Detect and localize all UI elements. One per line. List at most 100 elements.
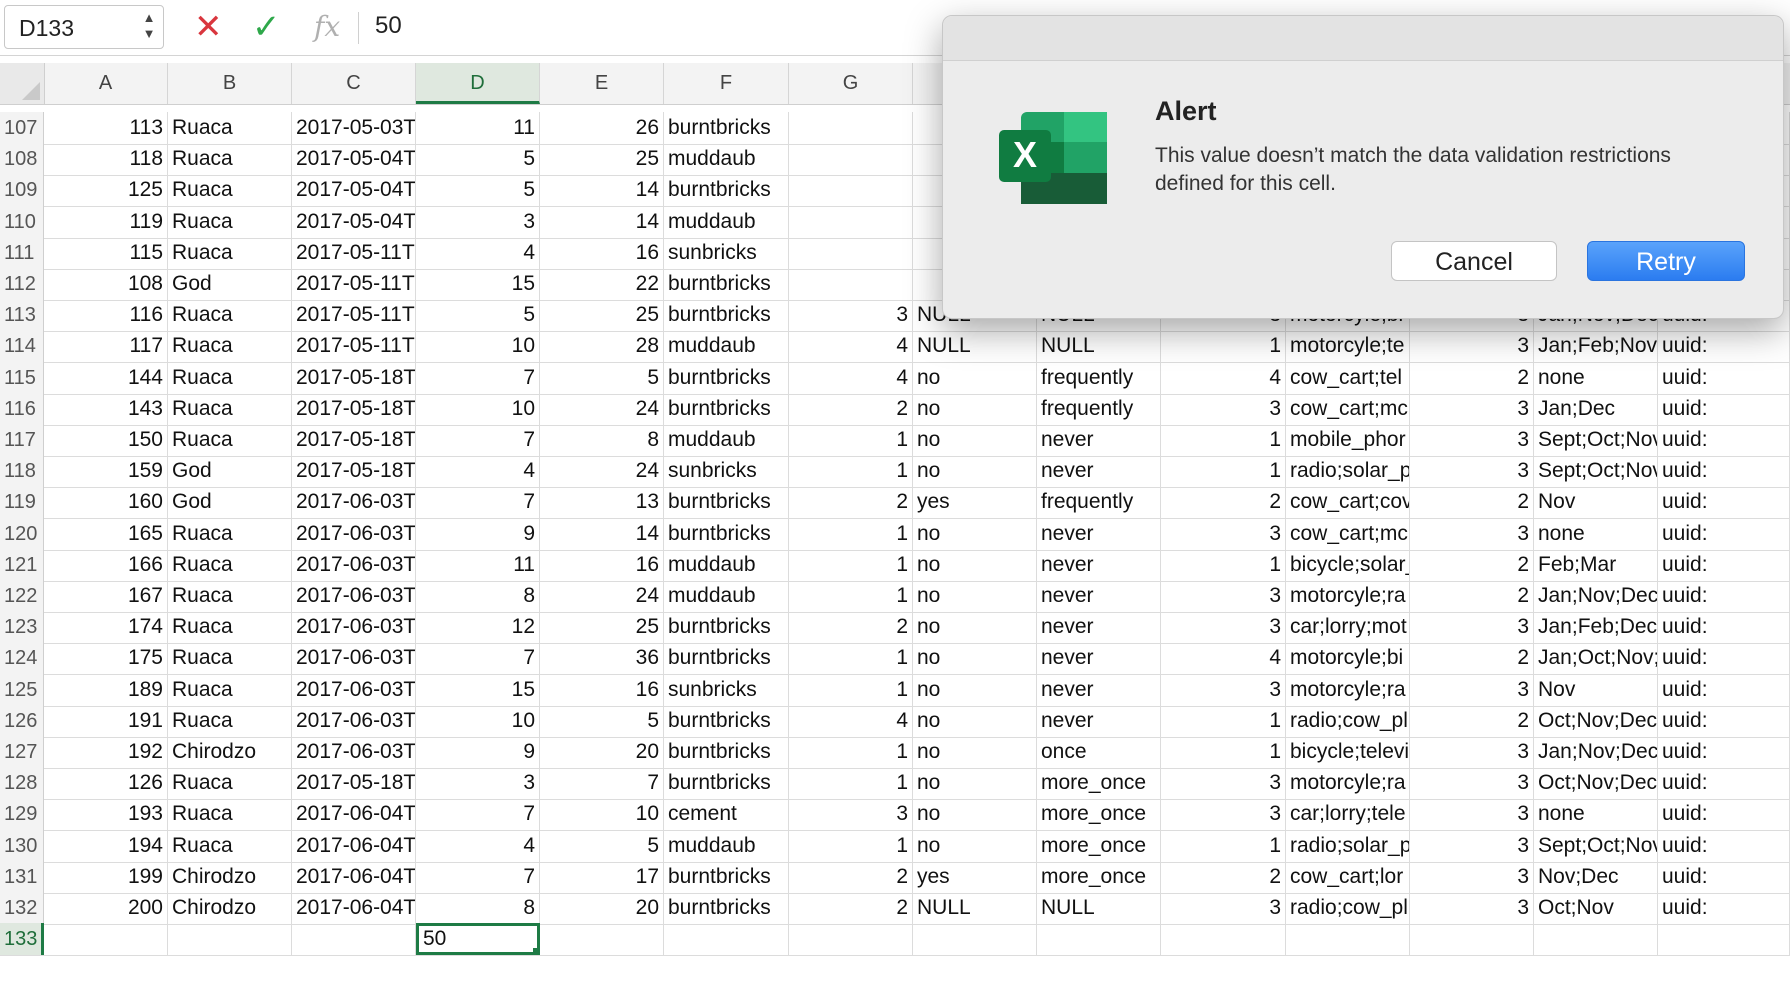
cell[interactable]: Ruaca bbox=[168, 673, 292, 706]
cell[interactable]: uuid: bbox=[1658, 892, 1790, 924]
cell[interactable]: 113 bbox=[44, 112, 168, 144]
cell[interactable]: no bbox=[913, 517, 1037, 550]
cell[interactable]: 20 bbox=[540, 736, 664, 768]
row-header[interactable]: 119 bbox=[0, 486, 44, 519]
cell[interactable]: 1 bbox=[789, 455, 913, 488]
cell[interactable]: muddaub bbox=[664, 330, 789, 363]
cell[interactable]: 1 bbox=[1161, 829, 1286, 862]
cell[interactable]: more_once bbox=[1037, 860, 1161, 893]
cell[interactable]: 1 bbox=[1161, 330, 1286, 363]
cell[interactable]: 1 bbox=[1161, 548, 1286, 581]
cell[interactable]: sunbricks bbox=[664, 236, 789, 269]
cell[interactable]: 191 bbox=[44, 704, 168, 737]
cell[interactable]: Ruaca bbox=[168, 112, 292, 144]
cell[interactable]: burntbricks bbox=[664, 392, 789, 425]
cell[interactable]: 3 bbox=[1410, 798, 1534, 831]
cell[interactable] bbox=[292, 923, 416, 956]
cell[interactable] bbox=[664, 923, 789, 956]
row-header[interactable]: 133 bbox=[0, 923, 44, 956]
cell[interactable]: no bbox=[913, 392, 1037, 425]
row-header[interactable]: 108 bbox=[0, 143, 44, 176]
cell[interactable]: 15 bbox=[416, 673, 540, 706]
cell[interactable]: frequently bbox=[1037, 486, 1161, 519]
cell[interactable]: uuid: bbox=[1658, 673, 1790, 706]
cell[interactable]: God bbox=[168, 455, 292, 488]
cell[interactable]: 2017-06-04T bbox=[292, 829, 416, 862]
cell[interactable]: 3 bbox=[1410, 517, 1534, 550]
cell[interactable]: Ruaca bbox=[168, 236, 292, 269]
cell[interactable]: 200 bbox=[44, 892, 168, 924]
cell[interactable]: uuid: bbox=[1658, 517, 1790, 550]
cell[interactable]: Ruaca bbox=[168, 829, 292, 862]
cell[interactable]: 3 bbox=[1161, 767, 1286, 800]
cell[interactable]: uuid: bbox=[1658, 424, 1790, 456]
cell[interactable]: cow_cart;tel bbox=[1286, 361, 1410, 394]
cell[interactable]: no bbox=[913, 736, 1037, 768]
cell[interactable]: 25 bbox=[540, 299, 664, 332]
cell[interactable]: burntbricks bbox=[664, 517, 789, 550]
cell[interactable]: Ruaca bbox=[168, 205, 292, 238]
cell[interactable]: 4 bbox=[416, 455, 540, 488]
cell[interactable]: 3 bbox=[1161, 611, 1286, 644]
cell[interactable]: muddaub bbox=[664, 580, 789, 612]
cell[interactable]: Ruaca bbox=[168, 642, 292, 675]
cell[interactable]: mobile_phor bbox=[1286, 424, 1410, 456]
cell[interactable]: 3 bbox=[1410, 455, 1534, 488]
cell[interactable]: radio;cow_pl bbox=[1286, 704, 1410, 737]
cell[interactable]: 22 bbox=[540, 268, 664, 300]
cell[interactable]: never bbox=[1037, 673, 1161, 706]
cell[interactable]: 8 bbox=[416, 892, 540, 924]
cell[interactable]: burntbricks bbox=[664, 704, 789, 737]
cell[interactable]: cow_cart;mc bbox=[1286, 392, 1410, 425]
cell[interactable]: Ruaca bbox=[168, 580, 292, 612]
cell[interactable]: 2 bbox=[1410, 361, 1534, 394]
cell[interactable]: sunbricks bbox=[664, 673, 789, 706]
cell[interactable]: 118 bbox=[44, 143, 168, 176]
cell[interactable]: muddaub bbox=[664, 548, 789, 581]
row-header[interactable]: 129 bbox=[0, 798, 44, 831]
row-header[interactable]: 109 bbox=[0, 174, 44, 207]
cell[interactable]: 4 bbox=[789, 361, 913, 394]
cell[interactable]: radio;solar_p bbox=[1286, 829, 1410, 862]
cell[interactable]: burntbricks bbox=[664, 268, 789, 300]
cell[interactable] bbox=[1658, 923, 1790, 956]
cell[interactable]: 4 bbox=[1161, 642, 1286, 675]
column-header-a[interactable]: A bbox=[44, 63, 168, 104]
cell[interactable]: 4 bbox=[416, 829, 540, 862]
row-header[interactable]: 127 bbox=[0, 736, 44, 768]
cell[interactable]: 3 bbox=[789, 798, 913, 831]
cell[interactable]: Sept;Oct;Nov bbox=[1534, 829, 1658, 862]
cell[interactable]: uuid: bbox=[1658, 392, 1790, 425]
cell[interactable] bbox=[913, 923, 1037, 956]
cell[interactable]: motorcyle;ra bbox=[1286, 767, 1410, 800]
row-header[interactable]: 126 bbox=[0, 704, 44, 737]
cell[interactable]: burntbricks bbox=[664, 892, 789, 924]
cell[interactable]: 1 bbox=[1161, 455, 1286, 488]
cell[interactable]: God bbox=[168, 268, 292, 300]
row-header[interactable]: 128 bbox=[0, 767, 44, 800]
column-header-c[interactable]: C bbox=[292, 63, 416, 104]
cell[interactable]: 16 bbox=[540, 673, 664, 706]
cell[interactable]: 192 bbox=[44, 736, 168, 768]
cell[interactable]: 10 bbox=[416, 392, 540, 425]
cell[interactable]: muddaub bbox=[664, 143, 789, 176]
cell[interactable]: 7 bbox=[540, 767, 664, 800]
row-header[interactable]: 114 bbox=[0, 330, 44, 363]
cell[interactable]: 4 bbox=[789, 704, 913, 737]
cell[interactable]: 119 bbox=[44, 205, 168, 238]
cell[interactable]: 165 bbox=[44, 517, 168, 550]
cell[interactable]: 193 bbox=[44, 798, 168, 831]
cell[interactable]: burntbricks bbox=[664, 299, 789, 332]
cell[interactable]: 2017-05-04T bbox=[292, 143, 416, 176]
cell[interactable]: 2017-06-03T bbox=[292, 611, 416, 644]
cell[interactable]: 2017-05-11T bbox=[292, 236, 416, 269]
cell[interactable]: uuid: bbox=[1658, 330, 1790, 363]
cell[interactable]: Jan;Nov;Dec bbox=[1534, 736, 1658, 768]
cell[interactable]: 3 bbox=[1161, 798, 1286, 831]
cell[interactable]: burntbricks bbox=[664, 112, 789, 144]
cell[interactable]: 24 bbox=[540, 455, 664, 488]
cell[interactable]: 3 bbox=[1410, 860, 1534, 893]
cell[interactable]: uuid: bbox=[1658, 736, 1790, 768]
cell[interactable]: Nov bbox=[1534, 486, 1658, 519]
row-header[interactable]: 122 bbox=[0, 580, 44, 612]
